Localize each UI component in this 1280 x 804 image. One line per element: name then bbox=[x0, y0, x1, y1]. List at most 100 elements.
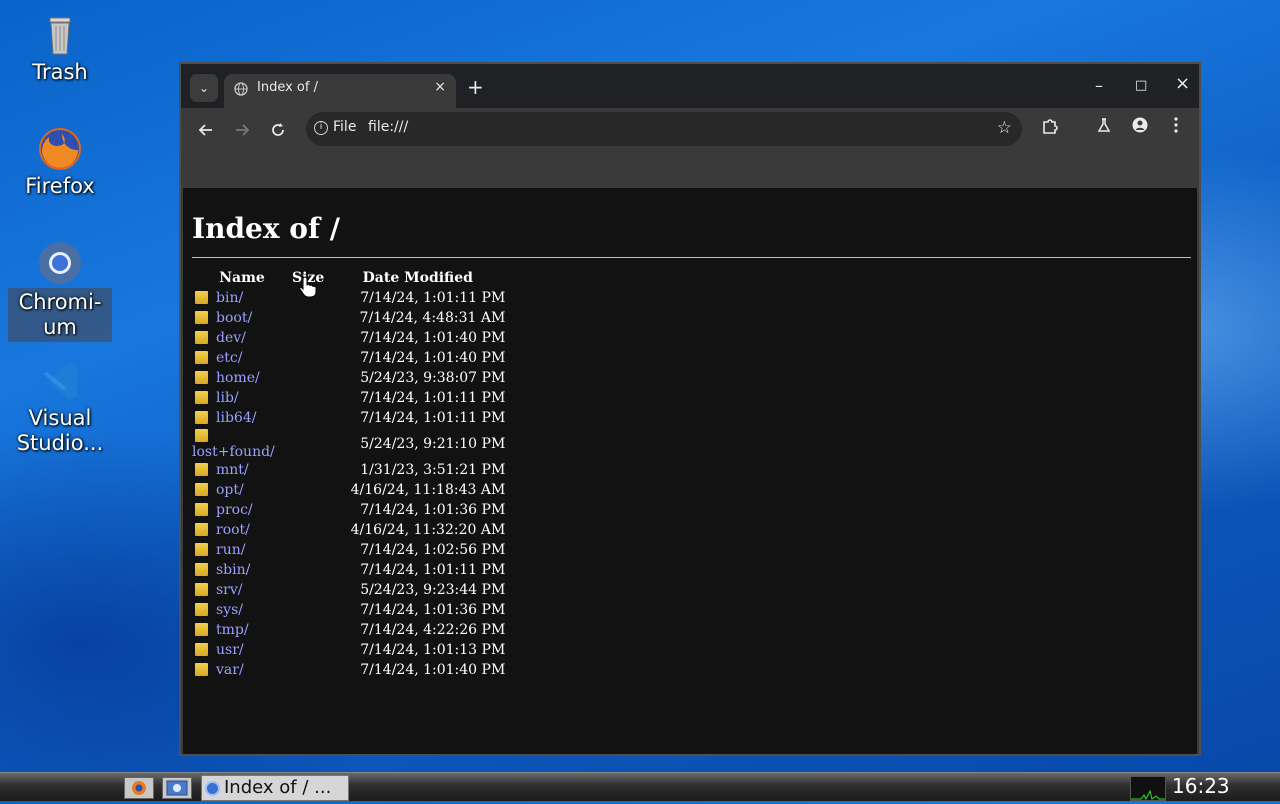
name-cell: sbin/ bbox=[192, 560, 292, 580]
close-window-button[interactable]: × bbox=[1175, 73, 1190, 94]
size-cell bbox=[292, 600, 324, 620]
desktop-icon-trash[interactable]: Trash bbox=[8, 12, 112, 85]
star-icon[interactable]: ☆ bbox=[997, 118, 1012, 138]
directory-link[interactable]: srv/ bbox=[216, 582, 243, 598]
folder-icon bbox=[195, 371, 208, 384]
size-cell bbox=[292, 520, 324, 540]
size-cell bbox=[292, 580, 324, 600]
site-info-scheme[interactable]: File bbox=[333, 119, 356, 135]
taskbar-task-browser[interactable]: Index of / ... bbox=[201, 775, 349, 801]
name-cell: bin/ bbox=[192, 288, 292, 308]
directory-link[interactable]: var/ bbox=[216, 662, 244, 678]
directory-link[interactable]: lib64/ bbox=[216, 410, 256, 426]
directory-link[interactable]: sbin/ bbox=[216, 562, 250, 578]
name-cell: lost+found/ bbox=[192, 428, 292, 460]
directory-link[interactable]: bin/ bbox=[216, 290, 243, 306]
date-cell: 7/14/24, 1:01:13 PM bbox=[360, 642, 506, 658]
directory-link[interactable]: etc/ bbox=[216, 350, 242, 366]
chromium-icon bbox=[205, 781, 220, 796]
taskbar: Index of / ... 16:23 bbox=[0, 772, 1280, 801]
folder-icon bbox=[195, 543, 208, 556]
table-row: lib64/7/14/24, 1:01:11 PM bbox=[192, 408, 505, 428]
name-cell: sys/ bbox=[192, 600, 292, 620]
directory-link[interactable]: tmp/ bbox=[216, 622, 249, 638]
profile-button[interactable] bbox=[1128, 117, 1152, 137]
size-cell bbox=[292, 328, 324, 348]
directory-link[interactable]: home/ bbox=[216, 370, 260, 386]
date-cell: 7/14/24, 1:01:36 PM bbox=[360, 502, 506, 518]
back-button[interactable] bbox=[194, 118, 218, 142]
maximize-button[interactable]: □ bbox=[1135, 78, 1147, 93]
tab-search-button[interactable]: ⌄ bbox=[190, 74, 218, 102]
address-bar[interactable]: i File file:/// ☆ bbox=[306, 112, 1022, 146]
clock: 16:23 bbox=[1172, 774, 1230, 798]
desktop-icon-firefox[interactable]: Firefox bbox=[8, 126, 112, 199]
forward-button[interactable] bbox=[230, 118, 254, 142]
tab-title: Index of / bbox=[257, 80, 318, 95]
date-cell: 5/24/23, 9:21:10 PM bbox=[360, 436, 506, 452]
folder-icon bbox=[195, 311, 208, 324]
folder-icon bbox=[195, 563, 208, 576]
taskbar-task-title: Index of / ... bbox=[224, 777, 332, 798]
firefox-icon bbox=[37, 126, 83, 172]
taskbar-chromium-launcher[interactable] bbox=[162, 777, 192, 799]
taskbar-firefox-launcher[interactable] bbox=[124, 777, 154, 799]
directory-link[interactable]: opt/ bbox=[216, 482, 244, 498]
size-cell bbox=[292, 408, 324, 428]
date-cell: 7/14/24, 4:48:31 AM bbox=[359, 310, 506, 326]
directory-link[interactable]: run/ bbox=[216, 542, 245, 558]
tab-close-icon[interactable]: × bbox=[434, 79, 446, 95]
table-row: lib/7/14/24, 1:01:11 PM bbox=[192, 388, 505, 408]
page-heading: Index of / bbox=[192, 212, 340, 245]
forward-arrow-icon bbox=[236, 124, 250, 136]
directory-link[interactable]: proc/ bbox=[216, 502, 253, 518]
directory-link[interactable]: boot/ bbox=[216, 310, 252, 326]
name-cell: var/ bbox=[192, 660, 292, 680]
info-icon[interactable]: i bbox=[314, 121, 328, 135]
name-cell: mnt/ bbox=[192, 460, 292, 480]
directory-link[interactable]: mnt/ bbox=[216, 462, 249, 478]
folder-icon bbox=[195, 583, 208, 596]
chromium-icon bbox=[37, 240, 83, 286]
desktop-icon-vscode[interactable]: Visual Studio... bbox=[8, 358, 112, 456]
browser-window: ⌄ Index of / × + – □ × i File file:/// ☆… bbox=[179, 62, 1201, 756]
date-cell: 7/14/24, 4:22:26 PM bbox=[360, 622, 506, 638]
tab-index-of[interactable]: Index of / × bbox=[224, 74, 456, 108]
menu-button[interactable] bbox=[1164, 117, 1188, 137]
directory-link[interactable]: sys/ bbox=[216, 602, 243, 618]
desktop-icon-chromium[interactable]: Chromi- um bbox=[8, 240, 112, 342]
directory-link[interactable]: lost+found/ bbox=[192, 444, 275, 460]
extensions-button[interactable] bbox=[1038, 117, 1062, 139]
folder-icon bbox=[195, 623, 208, 636]
directory-link[interactable]: usr/ bbox=[216, 642, 244, 658]
directory-link[interactable]: root/ bbox=[216, 522, 250, 538]
column-header-date[interactable]: Date Modified bbox=[324, 268, 505, 288]
directory-link[interactable]: lib/ bbox=[216, 390, 239, 406]
date-cell: 7/14/24, 1:02:56 PM bbox=[360, 542, 506, 558]
bookmark-bar bbox=[181, 152, 1199, 188]
table-row: var/7/14/24, 1:01:40 PM bbox=[192, 660, 505, 680]
directory-table: Name Size Date Modified bin/7/14/24, 1:0… bbox=[192, 268, 505, 680]
name-cell: srv/ bbox=[192, 580, 292, 600]
cpu-graph-icon bbox=[1131, 789, 1165, 801]
name-cell: lib/ bbox=[192, 388, 292, 408]
name-cell: opt/ bbox=[192, 480, 292, 500]
desktop-icon-label: Visual Studio... bbox=[16, 406, 104, 455]
name-cell: dev/ bbox=[192, 328, 292, 348]
table-row: home/5/24/23, 9:38:07 PM bbox=[192, 368, 505, 388]
date-cell: 5/24/23, 9:23:44 PM bbox=[360, 582, 506, 598]
name-cell: run/ bbox=[192, 540, 292, 560]
desktop-icon-label: Chromi- um bbox=[8, 288, 112, 342]
reload-button[interactable] bbox=[266, 118, 290, 142]
date-cell: 7/14/24, 1:01:40 PM bbox=[360, 662, 506, 678]
column-header-name[interactable]: Name bbox=[192, 268, 292, 288]
table-row: srv/5/24/23, 9:23:44 PM bbox=[192, 580, 505, 600]
labs-button[interactable] bbox=[1092, 117, 1116, 137]
folder-icon bbox=[195, 523, 208, 536]
url-text[interactable]: file:/// bbox=[368, 119, 408, 135]
minimize-button[interactable]: – bbox=[1095, 76, 1103, 95]
person-icon bbox=[1132, 117, 1148, 133]
new-tab-button[interactable]: + bbox=[467, 75, 484, 99]
name-cell: boot/ bbox=[192, 308, 292, 328]
directory-link[interactable]: dev/ bbox=[216, 330, 246, 346]
